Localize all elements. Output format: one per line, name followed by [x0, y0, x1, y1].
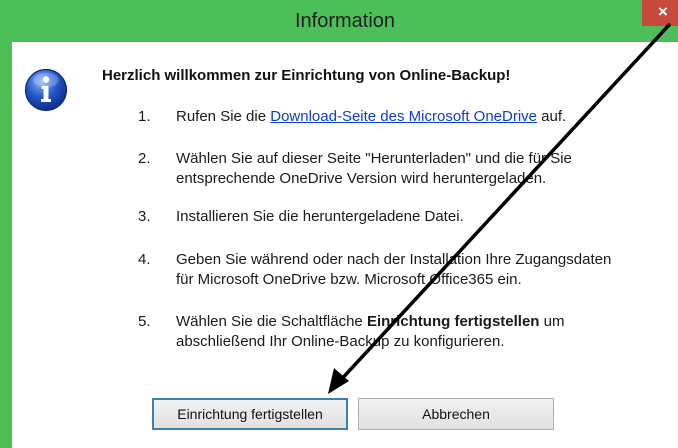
step-1-suffix: auf.: [537, 108, 567, 125]
window-title: Information: [294, 10, 396, 32]
step-5-text: Wählen Sie die Schaltfläche: [176, 313, 367, 330]
dialog-content: Herzlich willkommen zur Einrichtung von …: [12, 42, 678, 448]
cancel-button[interactable]: Abbrechen: [358, 398, 554, 430]
step-text: Rufen Sie die Download-Seite des Microso…: [176, 107, 676, 127]
step-2-line-2: entsprechende OneDrive Version wird heru…: [176, 170, 547, 187]
step-1-text: Rufen Sie die: [176, 108, 271, 125]
step-number: 4.: [138, 251, 151, 268]
onedrive-download-link[interactable]: Download-Seite des Microsoft OneDrive: [270, 108, 537, 125]
step-5-line-2: abschließend Ihr Online-Backup zu konfig…: [176, 333, 505, 350]
step-5-suffix: um: [539, 313, 565, 330]
step-number: 3.: [138, 208, 151, 225]
dialog-heading: Herzlich willkommen zur Einrichtung von …: [102, 67, 511, 84]
step-5-bold-text: Einrichtung fertigstellen: [366, 313, 540, 330]
step-text: Installieren Sie die heruntergeladene Da…: [176, 207, 676, 227]
step-text: Wählen Sie die Schaltfläche Einrichtung …: [176, 312, 676, 352]
info-icon: [24, 68, 68, 112]
finish-setup-button[interactable]: Einrichtung fertigstellen: [152, 398, 348, 430]
step-2-line-1: Wählen Sie auf dieser Seite "Herunterlad…: [176, 150, 572, 167]
step-4-line-2: für Microsoft OneDrive bzw. Microsoft Of…: [176, 271, 522, 288]
step-number: 1.: [138, 108, 151, 125]
step-number: 2.: [138, 150, 151, 167]
step-text: Wählen Sie auf dieser Seite "Herunterlad…: [176, 149, 676, 189]
step-number: 5.: [138, 313, 151, 330]
dialog-window: Information × Herzlich willkommen zur Ei…: [0, 0, 678, 448]
step-3-line-1: Installieren Sie die heruntergeladene Da…: [176, 208, 464, 225]
step-4-line-1: Geben Sie während oder nach der Installa…: [176, 251, 612, 268]
close-button[interactable]: ×: [642, 0, 678, 26]
step-text: Geben Sie während oder nach der Installa…: [176, 250, 676, 290]
title-bar[interactable]: Information: [6, 0, 678, 42]
